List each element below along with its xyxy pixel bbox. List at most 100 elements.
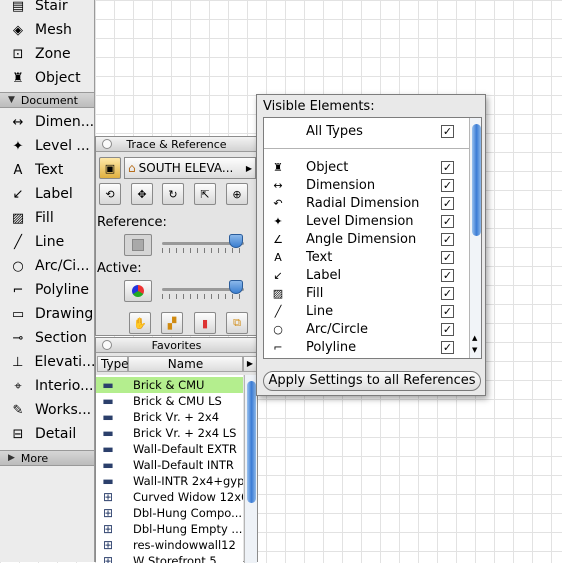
active-slider-thumb[interactable]: [228, 280, 243, 294]
folder-icon: ▬: [102, 442, 114, 456]
scroll-up-icon[interactable]: ▲: [472, 334, 477, 342]
rotate-reference-button[interactable]: ↻: [162, 183, 184, 205]
close-icon[interactable]: [102, 139, 112, 149]
visible-elements-scroll-thumb[interactable]: [472, 124, 481, 236]
document-section-label: Document: [20, 93, 78, 107]
layers-icon: ▞: [167, 316, 177, 330]
element-type-label: Radial Dimension: [306, 195, 420, 211]
element-type-row[interactable]: ↙ Label ✓: [264, 266, 469, 284]
tool-stair[interactable]: ▤ Stair: [0, 0, 94, 18]
mirror-reference-button[interactable]: ⇱: [194, 183, 216, 205]
element-type-checkbox[interactable]: ✓: [441, 250, 454, 264]
reference-slider-thumb[interactable]: [228, 234, 243, 248]
tool-line[interactable]: ╱ Line: [0, 230, 94, 254]
tool-detail[interactable]: ⊟ Detail: [0, 422, 94, 446]
favorite-name: Curved Widow 12x6: [133, 490, 243, 504]
reference-color-button[interactable]: [124, 234, 152, 256]
element-type-row[interactable]: ○ Arc/Circle ✓: [264, 320, 469, 338]
element-type-checkbox[interactable]: ✓: [441, 214, 454, 228]
element-type-checkbox[interactable]: ✓: [441, 196, 454, 210]
all-types-checkbox[interactable]: ✓: [441, 124, 454, 138]
element-type-checkbox[interactable]: ✓: [441, 178, 454, 192]
show-reference-button[interactable]: ⟲: [99, 183, 121, 205]
element-type-row[interactable]: ╱ Line ✓: [264, 302, 469, 320]
tool-level[interactable]: ✦ Level ...: [0, 134, 94, 158]
element-type-checkbox[interactable]: ✓: [441, 232, 454, 246]
all-types-row[interactable]: All Types ✓: [264, 122, 469, 140]
trace-icon: ▣: [104, 161, 116, 175]
element-type-row[interactable]: ♜ Object ✓: [264, 158, 469, 176]
favorite-name: Brick Vr. + 2x4 LS: [133, 426, 237, 440]
reference-source-dropdown[interactable]: ⌂ SOUTH ELEVA... ▶: [124, 157, 256, 179]
element-type-row[interactable]: ∠ Angle Dimension ✓: [264, 230, 469, 248]
element-type-checkbox[interactable]: ✓: [441, 160, 454, 174]
tool-polyline[interactable]: ⌐ Polyline: [0, 278, 94, 302]
overlay-button[interactable]: ⧉: [226, 312, 248, 334]
compare-button[interactable]: ▮: [194, 312, 216, 334]
element-type-checkbox[interactable]: ✓: [441, 268, 454, 282]
tool-section[interactable]: ⊸ Section: [0, 326, 94, 350]
reset-reference-button[interactable]: ⊕: [226, 183, 248, 205]
visible-elements-list[interactable]: All Types ✓ ♜ Object ✓ ↔ Dimension ✓ ↶ Radial D…: [263, 117, 482, 359]
move-icon: ✥: [137, 187, 147, 201]
tool-elevati[interactable]: ⊥ Elevati...: [0, 350, 94, 374]
element-type-row[interactable]: ✦ Level Dimension ✓: [264, 212, 469, 230]
tool-arc-ci[interactable]: ○ Arc/Ci...: [0, 254, 94, 278]
tool-dimen[interactable]: ↔ Dimen...: [0, 110, 94, 134]
list-item[interactable]: ▬ Brick Vr. + 2x4: [96, 409, 243, 425]
list-item[interactable]: ⊞ Curved Widow 12x6: [96, 489, 243, 505]
element-type-row[interactable]: ▨ Fill ✓: [264, 284, 469, 302]
scroll-down-icon[interactable]: ▼: [472, 346, 477, 354]
tool-label[interactable]: ↙ Label: [0, 182, 94, 206]
column-options-button[interactable]: ▶: [243, 356, 257, 372]
element-type-row[interactable]: ↶ Radial Dimension ✓: [264, 194, 469, 212]
apply-settings-button[interactable]: Apply Settings to all References: [263, 371, 481, 391]
tool-text[interactable]: A Text: [0, 158, 94, 182]
arc-circle-icon: ○: [273, 322, 283, 336]
tool-zone[interactable]: ⊡ Zone: [0, 42, 94, 66]
more-section-header[interactable]: ▶ More: [0, 450, 94, 466]
favorites-scrollbar[interactable]: [244, 375, 257, 563]
favorite-name: Wall-Default EXTR: [133, 442, 237, 456]
list-item[interactable]: ▬ Brick & CMU: [96, 377, 243, 393]
element-type-row[interactable]: A Text ✓: [264, 248, 469, 266]
swap-button[interactable]: ✋: [129, 312, 151, 334]
tool-fill[interactable]: ▨ Fill: [0, 206, 94, 230]
element-type-checkbox[interactable]: ✓: [441, 286, 454, 300]
move-reference-button[interactable]: ✥: [131, 183, 153, 205]
element-type-row[interactable]: ↔ Dimension ✓: [264, 176, 469, 194]
list-item[interactable]: ▬ Brick & CMU LS: [96, 393, 243, 409]
list-item[interactable]: ⊞ Dbl-Hung Empty ...: [96, 521, 243, 537]
favorites-titlebar[interactable]: Favorites: [96, 338, 257, 353]
list-item[interactable]: ▬ Wall-Default INTR: [96, 457, 243, 473]
tool-works[interactable]: ✎ Works...: [0, 398, 94, 422]
close-icon[interactable]: [102, 340, 112, 350]
reset-icon: ⊕: [232, 187, 242, 201]
tool-interio[interactable]: ⌖ Interio...: [0, 374, 94, 398]
element-type-checkbox[interactable]: ✓: [441, 322, 454, 336]
list-item[interactable]: ⊞ res-windowwall12: [96, 537, 243, 553]
list-item[interactable]: ▬ Wall-Default EXTR: [96, 441, 243, 457]
list-item[interactable]: ▬ Brick Vr. + 2x4 LS: [96, 425, 243, 441]
list-item[interactable]: ▬ Wall-INTR 2x4+gyp: [96, 473, 243, 489]
document-section-header[interactable]: ▼ Document: [0, 92, 94, 108]
tool-mesh[interactable]: ◈ Mesh: [0, 18, 94, 42]
type-column-header[interactable]: Type: [97, 356, 129, 372]
active-color-button[interactable]: [124, 280, 152, 302]
trace-toggle-button[interactable]: ▣: [99, 157, 121, 179]
list-item[interactable]: ⊞ Dbl-Hung Compo...: [96, 505, 243, 521]
element-type-checkbox[interactable]: ✓: [441, 304, 454, 318]
tool-label: Polyline: [35, 282, 89, 298]
element-type-checkbox[interactable]: ✓: [441, 340, 454, 354]
visible-elements-scrollbar[interactable]: ▲ ▼: [469, 118, 481, 358]
element-type-row[interactable]: ⌐ Polyline ✓: [264, 338, 469, 356]
show-both-button[interactable]: ▞: [161, 312, 183, 334]
trace-reference-titlebar[interactable]: Trace & Reference: [96, 137, 257, 152]
favorites-scroll-thumb[interactable]: [247, 381, 256, 503]
tool-object[interactable]: ♜ Object: [0, 66, 94, 90]
name-column-header[interactable]: Name: [128, 356, 243, 372]
favorites-list[interactable]: ▬ Brick & CMU ▬ Brick & CMU LS ▬ Brick Vr. + …: [96, 375, 243, 563]
folder-icon: ▬: [102, 426, 114, 440]
tool-drawing[interactable]: ▭ Drawing: [0, 302, 94, 326]
tool-label: Drawing: [35, 306, 94, 322]
